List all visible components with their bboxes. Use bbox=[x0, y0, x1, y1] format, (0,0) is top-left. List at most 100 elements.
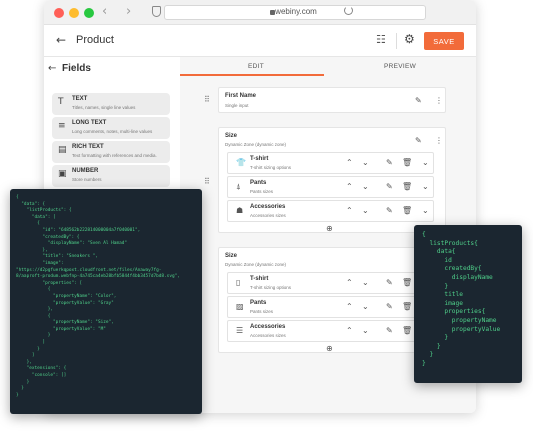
expand-icon[interactable]: ⌄ bbox=[422, 206, 429, 215]
field-type-desc: Store numbers bbox=[72, 177, 102, 182]
chevron-down-icon[interactable]: ⌄ bbox=[362, 158, 369, 167]
dynamic-zone-size: Size Dynamic Zone (dynamic zone) ▯ T-shi… bbox=[218, 247, 446, 353]
delete-icon[interactable]: 🗑 bbox=[402, 206, 412, 215]
graphql-query-code: { listProducts{ data{ id createdBy{ disp… bbox=[422, 231, 501, 367]
template-subtitle: T-shirt sizing options bbox=[250, 165, 292, 170]
template-title: T-shirt bbox=[250, 276, 269, 282]
edit-icon[interactable]: ✎ bbox=[386, 206, 393, 215]
edit-icon[interactable]: ✎ bbox=[386, 278, 393, 287]
app-header: ← Product ☷ ⚙ SAVE bbox=[44, 25, 476, 57]
template-row[interactable]: ☰ Accessories Accessories sizes ⌃ ⌄ ✎ 🗑 bbox=[227, 320, 434, 342]
chevron-up-icon[interactable]: ⌃ bbox=[346, 302, 353, 311]
chevron-down-icon[interactable]: ⌄ bbox=[362, 326, 369, 335]
reload-icon[interactable] bbox=[344, 6, 353, 15]
tab-edit[interactable]: EDIT bbox=[248, 63, 264, 70]
template-row[interactable]: ⍋ Pants Pants sizes ⌃ ⌄ ✎ 🗑 ⌄ bbox=[227, 176, 434, 198]
close-window-dot[interactable] bbox=[54, 8, 64, 18]
drag-handle-icon[interactable]: ⠿ bbox=[204, 95, 210, 104]
field-type-desc: Long comments, notes, multi-line values bbox=[72, 129, 153, 134]
minimize-window-dot[interactable] bbox=[69, 8, 79, 18]
template-title: Accessories bbox=[250, 204, 286, 210]
delete-icon[interactable]: 🗑 bbox=[402, 302, 412, 311]
delete-icon[interactable]: 🗑 bbox=[402, 278, 412, 287]
template-row[interactable]: ☗ Accessories Accessories sizes ⌃ ⌄ ✎ 🗑 … bbox=[227, 200, 434, 222]
chevron-up-icon[interactable]: ⌃ bbox=[346, 326, 353, 335]
edit-icon[interactable]: ✎ bbox=[415, 136, 422, 145]
template-title: Accessories bbox=[250, 324, 286, 330]
back-arrow-icon[interactable]: ← bbox=[48, 63, 56, 74]
back-arrow-icon[interactable]: ← bbox=[56, 33, 66, 47]
template-title: Pants bbox=[250, 180, 267, 186]
long-text-icon: ≡ bbox=[58, 121, 66, 131]
json-response-panel: { "data": { "listProducts": { "data": [ … bbox=[10, 189, 202, 414]
more-vert-icon[interactable]: ⋮ bbox=[435, 136, 443, 145]
field-type-text[interactable]: T TEXT Titles, names, single line values bbox=[52, 93, 170, 115]
chevron-down-icon[interactable]: ⌄ bbox=[362, 302, 369, 311]
field-type-title: NUMBER bbox=[72, 168, 99, 174]
delete-icon[interactable]: 🗑 bbox=[402, 158, 412, 167]
field-type-title: RICH TEXT bbox=[72, 144, 104, 150]
template-title: Pants bbox=[250, 300, 267, 306]
add-template-icon[interactable]: ⊕ bbox=[326, 224, 333, 233]
edit-icon[interactable]: ✎ bbox=[386, 302, 393, 311]
rich-text-icon: ▤ bbox=[58, 145, 67, 155]
file-icon: ▯ bbox=[236, 278, 241, 287]
text-icon: T bbox=[58, 97, 64, 107]
field-type-rich-text[interactable]: ▤ RICH TEXT Text formatting with referen… bbox=[52, 141, 170, 163]
dynamic-zone-size: Size Dynamic Zone (dynamic zone) ✎ ⋮ 👕 T… bbox=[218, 127, 446, 233]
graphql-query-panel: { listProducts{ data{ id createdBy{ disp… bbox=[414, 225, 522, 383]
list-icon: ☰ bbox=[236, 326, 244, 335]
header-divider bbox=[396, 33, 397, 49]
field-first-name[interactable]: First Name Single input ✎ ⋮ bbox=[218, 87, 446, 113]
address-bar[interactable]: webiny.com bbox=[164, 5, 426, 20]
field-type-long-text[interactable]: ≡ LONG TEXT Long comments, notes, multi-… bbox=[52, 117, 170, 139]
tab-preview[interactable]: PREVIEW bbox=[384, 63, 416, 70]
edit-icon[interactable]: ✎ bbox=[415, 96, 422, 105]
accessories-icon: ☗ bbox=[236, 206, 244, 215]
template-subtitle: Pants sizes bbox=[250, 309, 274, 314]
chevron-down-icon[interactable]: ⌄ bbox=[362, 206, 369, 215]
delete-icon[interactable]: 🗑 bbox=[402, 326, 412, 335]
template-subtitle: T-shirt sizing options bbox=[250, 285, 292, 290]
gear-icon[interactable]: ⚙ bbox=[404, 32, 415, 46]
save-button[interactable]: SAVE bbox=[424, 32, 464, 50]
field-type-number[interactable]: ▣ NUMBER Store numbers bbox=[52, 165, 170, 187]
list-view-icon[interactable]: ☷ bbox=[376, 33, 386, 46]
chevron-up-icon[interactable]: ⌃ bbox=[346, 182, 353, 191]
zone-subtitle: Dynamic Zone (dynamic zone) bbox=[225, 142, 287, 147]
field-type-title: LONG TEXT bbox=[72, 120, 107, 126]
expand-icon[interactable]: ⌄ bbox=[422, 158, 429, 167]
json-response-code: { "data": { "listProducts": { "data": [ … bbox=[16, 195, 180, 398]
field-title: First Name bbox=[225, 93, 257, 99]
delete-icon[interactable]: 🗑 bbox=[402, 182, 412, 191]
template-row[interactable]: ▯ T-shirt T-shirt sizing options ⌃ ⌄ ✎ 🗑 bbox=[227, 272, 434, 294]
tshirt-icon: 👕 bbox=[236, 158, 246, 167]
chevron-up-icon[interactable]: ⌃ bbox=[346, 158, 353, 167]
expand-icon[interactable]: ⌄ bbox=[422, 182, 429, 191]
template-row[interactable]: 👕 T-shirt T-shirt sizing options ⌃ ⌄ ✎ 🗑… bbox=[227, 152, 434, 174]
edit-icon[interactable]: ✎ bbox=[386, 158, 393, 167]
chevron-down-icon[interactable]: ⌄ bbox=[362, 182, 369, 191]
chevron-up-icon[interactable]: ⌃ bbox=[346, 278, 353, 287]
zone-title: Size bbox=[225, 253, 238, 259]
chevron-up-icon[interactable]: ⌃ bbox=[346, 206, 353, 215]
template-subtitle: Pants sizes bbox=[250, 189, 274, 194]
chevron-down-icon[interactable]: ⌄ bbox=[362, 278, 369, 287]
template-subtitle: Accessories sizes bbox=[250, 213, 286, 218]
add-template-icon[interactable]: ⊕ bbox=[326, 344, 333, 353]
page-title: Product bbox=[76, 34, 114, 46]
template-row[interactable]: ▨ Pants Pants sizes ⌃ ⌄ ✎ 🗑 bbox=[227, 296, 434, 318]
shield-icon[interactable] bbox=[152, 6, 161, 17]
template-title: T-shirt bbox=[250, 156, 269, 162]
back-arrow-icon[interactable]: ‹ bbox=[102, 4, 107, 19]
edit-icon[interactable]: ✎ bbox=[386, 326, 393, 335]
tab-edit-underline bbox=[180, 74, 324, 76]
more-vert-icon[interactable]: ⋮ bbox=[435, 96, 443, 105]
forward-arrow-icon[interactable]: › bbox=[126, 4, 131, 19]
edit-icon[interactable]: ✎ bbox=[386, 182, 393, 191]
drag-handle-icon[interactable]: ⠿ bbox=[204, 177, 210, 186]
field-type-desc: Titles, names, single line values bbox=[72, 105, 136, 110]
maximize-window-dot[interactable] bbox=[84, 8, 94, 18]
pants-icon: ⍋ bbox=[236, 182, 241, 191]
zone-title: Size bbox=[225, 133, 238, 139]
